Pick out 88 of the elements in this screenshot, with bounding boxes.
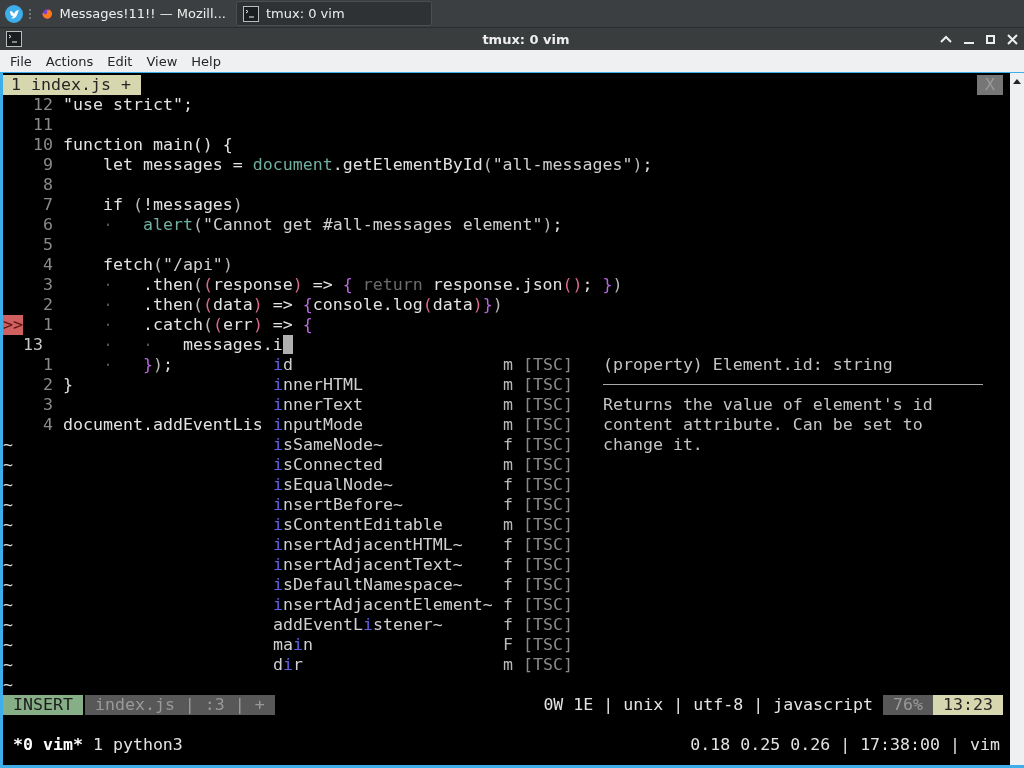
line-number: 10 [32,135,53,155]
code-line: "use strict"; [63,95,193,115]
code-line: · .then((response) => { return response.json(); }) [101,275,623,295]
completion-item[interactable]: innerText m [TSC] [273,395,573,415]
tmux-status: 0.18 0.25 0.26 | 17:38:00 | vim [690,735,1000,755]
line-number: 2 [42,375,53,395]
completion-item[interactable]: insertBefore~ f [TSC] [273,495,573,515]
completion-item[interactable]: innerHTML m [TSC] [273,375,573,395]
error-sign: >> [3,315,23,335]
window-title: tmux: 0 vim [481,31,571,47]
completion-item[interactable]: id m [TSC] [273,355,573,375]
completion-item[interactable]: isDefaultNamespace~ f [TSC] [273,575,573,595]
empty-line-marker: ~ [3,535,13,555]
empty-line-marker: ~ [3,555,13,575]
grip-icon[interactable] [28,7,32,20]
line-number: 13 [23,335,44,355]
code-line: document.addEventLis [63,415,263,435]
empty-line-marker: ~ [3,435,13,455]
completion-item[interactable]: main F [TSC] [273,635,573,655]
buffer-tab[interactable]: 1 index.js + [3,75,141,95]
code-line: let messages = document.getElementById("all-messages"); [101,155,653,175]
empty-line-marker: ~ [3,475,13,495]
empty-line-marker: ~ [3,575,13,595]
code-line: · }); [101,355,173,375]
empty-line-marker: ~ [3,615,13,635]
menu-item[interactable]: Edit [100,53,140,69]
line-number: 3 [42,395,53,415]
keep-above-icon[interactable] [940,35,952,43]
empty-line-marker: ~ [3,455,13,475]
completion-item[interactable]: di r m [TSC] [273,655,573,675]
line-number: 1 [42,355,53,375]
completion-item[interactable]: isContentEditable m [TSC] [273,515,573,535]
line-number: 9 [42,155,53,175]
taskbar-task[interactable]: Messages!11!! — Mozill... [36,1,232,26]
menu-item[interactable]: View [139,53,185,69]
menu-item[interactable]: Help [184,53,228,69]
scroll-up-icon[interactable] [1013,79,1021,84]
completion-item[interactable]: isEqualNode~ f [TSC] [273,475,573,495]
code-line: · alert("Cannot get #all-messages element"); [101,215,563,235]
line-number: 12 [32,95,53,115]
scrollbar[interactable] [1010,73,1024,765]
completion-item[interactable]: isConnected m [TSC] [273,455,573,475]
code-line: function main() { [63,135,233,155]
code-line: } [63,375,73,395]
empty-line-marker: ~ [3,675,13,695]
completion-item[interactable]: inputMode m [TSC] [273,415,573,435]
code-line: fetch("/api") [101,255,233,275]
terminal-icon [243,5,259,22]
terminal-icon [6,31,22,47]
completion-item[interactable]: insertAdjacentElement~ f [TSC] [273,595,573,615]
line-number: 1 [42,315,53,335]
completion-item[interactable]: addEventListener~ f [TSC] [273,615,573,635]
status-segment: 76% [883,695,934,715]
line-number: 3 [42,275,53,295]
line-number: 6 [42,215,53,235]
type-signature: (property) Element.id: string [602,355,894,375]
line-number: 2 [42,295,53,315]
empty-line-marker: ~ [3,655,13,675]
line-number: 4 [42,255,53,275]
status-segment: 13:23 [933,695,1003,715]
status-text: 0W 1E | unix | utf-8 | javascript [542,695,875,715]
line-number: 4 [42,415,53,435]
tmux-window[interactable]: 1 python3 [92,735,183,755]
completion-item[interactable]: insertAdjacentHTML~ f [TSC] [273,535,573,555]
completion-item[interactable]: insertAdjacentText~ f [TSC] [273,555,573,575]
menu-item[interactable]: File [3,53,39,69]
tmux-window[interactable]: *0 vim* [13,735,83,755]
close-icon[interactable] [1007,33,1018,45]
code-line: · .catch((err) => { [101,315,313,335]
taskbar-task[interactable]: tmux: 0 vim [236,1,432,26]
completion-item[interactable]: isSameNode~ f [TSC] [273,435,573,455]
status-segment: INSERT [3,695,83,715]
empty-line-marker: ~ [3,595,13,615]
line-number: 11 [32,115,53,135]
empty-line-marker: ~ [3,515,13,535]
empty-line-marker: ~ [3,495,13,515]
launcher-icon[interactable] [4,3,24,24]
code-line: · · messages.i [101,335,283,355]
code-line: · .then((data) => {console.log(data)}) [101,295,503,315]
line-number: 8 [42,175,53,195]
menu-item[interactable]: Actions [38,53,101,69]
line-number: 5 [42,235,53,255]
empty-line-marker: ~ [3,635,13,655]
maximize-icon[interactable] [986,34,995,44]
line-number: 7 [42,195,53,215]
code-line: if (!messages) [101,195,243,215]
documentation-text: Returns the value of element's id content attribute. Can be set to change it. [602,395,934,455]
status-segment: index.js | :3 | + [84,695,275,715]
